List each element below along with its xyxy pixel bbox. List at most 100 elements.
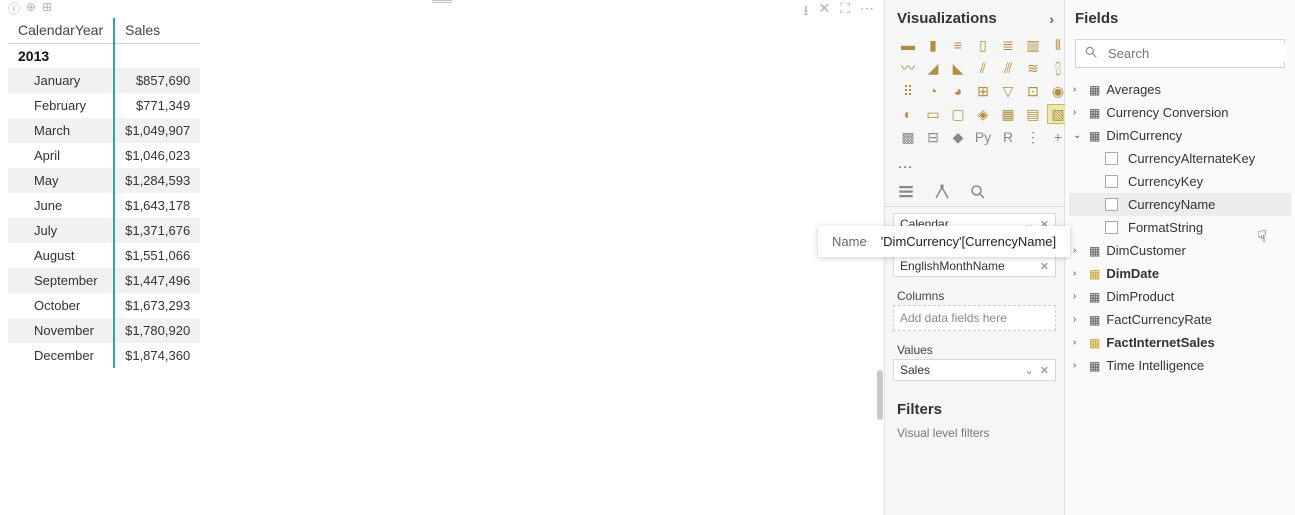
viz-bar-h2-icon[interactable]: ≡ <box>947 35 969 55</box>
field-checkbox[interactable] <box>1105 198 1118 211</box>
chevron-down-icon[interactable]: ⌄ <box>1025 364 1034 377</box>
table-row[interactable]: March$1,049,907 <box>8 118 200 143</box>
year-cell[interactable]: 2013 <box>8 43 114 68</box>
month-cell: November <box>8 318 114 343</box>
well-item[interactable]: EnglishMonthName✕ <box>894 256 1055 276</box>
col-header-sales[interactable]: Sales <box>114 18 200 43</box>
cursor-pointer-icon: ☟ <box>1257 227 1267 247</box>
format-tab-icon[interactable] <box>933 183 951 204</box>
values-well[interactable]: Sales⌄✕ <box>893 359 1056 381</box>
viz-more-icon[interactable]: … <box>885 153 1064 179</box>
viz-bar-h-icon[interactable]: ▬ <box>897 35 919 55</box>
field-checkbox[interactable] <box>1105 175 1118 188</box>
scrollbar[interactable] <box>877 370 883 420</box>
chevron-icon: › <box>1073 337 1083 348</box>
viz-scatter-icon[interactable]: ⠿ <box>897 81 919 101</box>
icon-square[interactable]: ⊞ <box>42 0 52 17</box>
viz-py2-icon[interactable]: R <box>997 127 1019 147</box>
viz-rviz-icon[interactable]: ⋮ <box>1022 127 1044 147</box>
drag-handle-icon[interactable] <box>427 0 457 3</box>
table-row[interactable]: October$1,673,293 <box>8 293 200 318</box>
matrix-visual[interactable]: CalendarYear Sales 2013January$857,690Fe… <box>8 18 200 368</box>
table-node-dimproduct[interactable]: ›▦DimProduct <box>1069 285 1291 308</box>
viz-bar-v3-icon[interactable]: ▥ <box>1022 35 1044 55</box>
viz-line-icon[interactable]: 〰 <box>897 58 919 78</box>
viz-combo2-icon[interactable]: ⫻ <box>997 58 1019 78</box>
viz-bar-v2-icon[interactable]: ▯ <box>972 35 994 55</box>
viz-bar-h3-icon[interactable]: ≣ <box>997 35 1019 55</box>
sales-cell: $1,371,676 <box>114 218 200 243</box>
table-node-factinternetsales[interactable]: ›▦FactInternetSales <box>1069 331 1291 354</box>
table-row[interactable]: August$1,551,066 <box>8 243 200 268</box>
viz-bar-v-icon[interactable]: ▮ <box>922 35 944 55</box>
field-checkbox[interactable] <box>1105 152 1118 165</box>
viz-gauge-icon[interactable]: ◐ <box>897 104 919 124</box>
viz-table-icon[interactable]: ▤ <box>1022 104 1044 124</box>
year-sales-cell <box>114 43 200 68</box>
sales-cell: $1,551,066 <box>114 243 200 268</box>
viz-slicer-icon[interactable]: ▦ <box>997 104 1019 124</box>
focus-mode-icon[interactable]: ⛶ <box>840 0 850 24</box>
viz-card2-icon[interactable]: ▢ <box>947 104 969 124</box>
viz-funnel-icon[interactable]: ▽ <box>997 81 1019 101</box>
viz-ribbon-icon[interactable]: ≋ <box>1022 58 1044 78</box>
table-node-dimdate[interactable]: ›▦DimDate <box>1069 262 1291 285</box>
field-node-currencykey[interactable]: CurrencyKey <box>1069 170 1291 193</box>
viz-area2-icon[interactable]: ◣ <box>947 58 969 78</box>
viz-tree-icon[interactable]: ⊞ <box>972 81 994 101</box>
columns-well[interactable]: Add data fields here <box>893 305 1056 331</box>
viz-kpi-icon[interactable]: ◈ <box>972 104 994 124</box>
analytics-tab-icon[interactable] <box>969 183 987 204</box>
viz-table2-icon[interactable]: ▩ <box>897 127 919 147</box>
remove-icon[interactable]: ✕ <box>1040 260 1049 273</box>
field-checkbox[interactable] <box>1105 221 1118 234</box>
table-node-factcurrencyrate[interactable]: ›▦FactCurrencyRate <box>1069 308 1291 331</box>
table-row[interactable]: April$1,046,023 <box>8 143 200 168</box>
viz-card-icon[interactable]: ▭ <box>922 104 944 124</box>
field-label: CurrencyAlternateKey <box>1128 151 1255 166</box>
table-row[interactable]: September$1,447,496 <box>8 268 200 293</box>
fields-search[interactable] <box>1075 39 1285 68</box>
table-row[interactable]: November$1,780,920 <box>8 318 200 343</box>
field-node-currencyalternatekey[interactable]: CurrencyAlternateKey <box>1069 147 1291 170</box>
table-row[interactable]: February$771,349 <box>8 93 200 118</box>
columns-label: Columns <box>893 285 1056 305</box>
table-row[interactable]: May$1,284,593 <box>8 168 200 193</box>
table-node-time-intelligence[interactable]: ›▦Time Intelligence <box>1069 354 1291 377</box>
drill-down-icon[interactable]: ⭳ <box>804 0 809 24</box>
chevron-icon: › <box>1073 107 1083 118</box>
search-input[interactable] <box>1106 45 1286 62</box>
visual-top-right-icons: ⭳ ✕ ⛶ ⋯ <box>804 0 874 24</box>
viz-donut-icon[interactable]: ◔ <box>922 81 944 101</box>
table-row[interactable]: December$1,874,360 <box>8 343 200 368</box>
icon-circle-up[interactable]: ⓘ <box>8 0 20 17</box>
col-header-year[interactable]: CalendarYear <box>8 18 114 43</box>
field-node-currencyname[interactable]: CurrencyName <box>1069 193 1291 216</box>
viz-combo-icon[interactable]: ⫽ <box>972 58 994 78</box>
viz-arcgis-icon[interactable]: ◆ <box>947 127 969 147</box>
collapse-viz-icon[interactable]: › <box>1049 11 1054 27</box>
table-node-currency-conversion[interactable]: ›▦Currency Conversion <box>1069 101 1291 124</box>
table-row[interactable]: July$1,371,676 <box>8 218 200 243</box>
table-node-averages[interactable]: ›▦Averages <box>1069 78 1291 101</box>
chevron-icon: › <box>1073 314 1083 325</box>
month-cell: March <box>8 118 114 143</box>
fields-tab-icon[interactable] <box>897 183 915 204</box>
table-row[interactable]: June$1,643,178 <box>8 193 200 218</box>
search-icon <box>1084 45 1098 62</box>
viz-matrix2-icon[interactable]: ⊟ <box>922 127 944 147</box>
table-row[interactable]: January$857,690 <box>8 68 200 93</box>
viz-area-icon[interactable]: ◢ <box>922 58 944 78</box>
viz-pie-icon[interactable]: ◕ <box>947 81 969 101</box>
remove-icon[interactable]: ✕ <box>1040 364 1049 377</box>
filter-icon[interactable]: ✕ <box>818 0 830 24</box>
report-canvas[interactable]: ⓘ ⊕ ⊞ ⭳ ✕ ⛶ ⋯ CalendarYear Sales 2013Jan… <box>0 0 885 515</box>
more-options-icon[interactable]: ⋯ <box>860 0 874 24</box>
table-node-dimcurrency[interactable]: ⌄▦DimCurrency <box>1069 124 1291 147</box>
values-label: Values <box>893 339 1056 359</box>
icon-circle-down[interactable]: ⊕ <box>26 0 36 17</box>
viz-py-icon[interactable]: Py <box>972 127 994 147</box>
viz-map-icon[interactable]: ⊡ <box>1022 81 1044 101</box>
month-cell: December <box>8 343 114 368</box>
well-item[interactable]: Sales⌄✕ <box>894 360 1055 380</box>
